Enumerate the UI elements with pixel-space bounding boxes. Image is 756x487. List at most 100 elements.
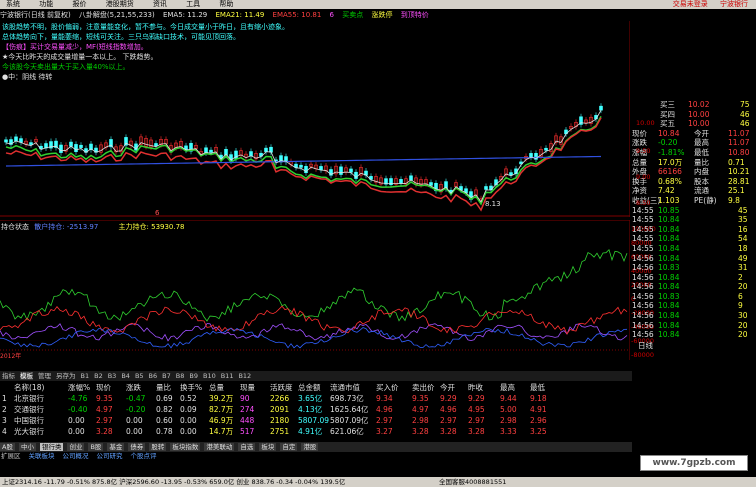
cell: 1625.64亿 bbox=[330, 405, 369, 414]
column-header[interactable]: 买入价 bbox=[376, 382, 399, 393]
column-header[interactable]: 卖出价 bbox=[412, 382, 435, 393]
market-tab[interactable]: B股 bbox=[88, 443, 104, 451]
tab-b7[interactable]: B7 bbox=[162, 372, 171, 380]
column-header[interactable]: 现量 bbox=[240, 382, 255, 393]
info-link[interactable]: 关联板块 bbox=[28, 452, 56, 460]
panel-footer: 日线 bbox=[632, 341, 756, 351]
market-tab[interactable]: 自定 bbox=[280, 443, 298, 451]
tick-volume: 6 bbox=[738, 291, 743, 301]
tick-price: 10.84 bbox=[658, 330, 680, 340]
stock-name-link[interactable]: 宁波银行 bbox=[720, 0, 748, 8]
market-tab-active[interactable]: 银行类 bbox=[39, 443, 64, 451]
tab-template[interactable]: 模板 bbox=[20, 372, 33, 380]
table-row[interactable]: 1 北京银行 -4.76 9.35 -0.47 0.69 0.52 39.2万 90 2266 3.… bbox=[0, 393, 632, 404]
market-tab[interactable]: 基金 bbox=[107, 443, 125, 451]
tab-b4[interactable]: B4 bbox=[121, 372, 130, 380]
market-tab[interactable]: 债券 bbox=[128, 443, 146, 451]
menu-item-tools[interactable]: 工具 bbox=[186, 0, 200, 8]
stat-row: 净资 7.42 流通 25.1 bbox=[632, 186, 756, 196]
tab-b10[interactable]: B10 bbox=[203, 372, 216, 380]
menu-item-help[interactable]: 帮助 bbox=[219, 0, 233, 8]
tab-b11[interactable]: B11 bbox=[221, 372, 234, 380]
tab-b2[interactable]: B2 bbox=[94, 372, 103, 380]
info-link[interactable]: 扩展区 bbox=[0, 452, 22, 460]
market-tab[interactable]: 港美联动 bbox=[204, 443, 235, 451]
stat-row: 现价 10.84 今开 11.07 bbox=[632, 129, 756, 139]
menu-item-system[interactable]: 系统 bbox=[6, 0, 20, 8]
tick-volume: 35 bbox=[738, 215, 748, 225]
market-tab[interactable]: 创业 bbox=[67, 443, 85, 451]
menu-item-quote[interactable]: 报价 bbox=[72, 0, 86, 8]
indicator-header: 持仓状态 散户持仓: -2513.97 主力持仓: 53930.78 bbox=[1, 222, 185, 232]
menu-item-function[interactable]: 功能 bbox=[39, 0, 53, 8]
ema21-value: EMA21: 11.49 bbox=[215, 11, 265, 19]
quote-value: 10.00 bbox=[688, 109, 710, 119]
column-header[interactable]: 最高 bbox=[500, 382, 515, 393]
tab-b12[interactable]: B12 bbox=[238, 372, 251, 380]
column-header[interactable]: 今开 bbox=[440, 382, 455, 393]
tab-save-as[interactable]: 另存为 bbox=[56, 372, 76, 380]
column-header[interactable]: 涨跌 bbox=[126, 382, 141, 393]
column-header[interactable]: 最低 bbox=[530, 382, 545, 393]
indicator-chart[interactable]: 持仓状态 散户持仓: -2513.97 主力持仓: 53930.78 2012年 bbox=[0, 219, 631, 360]
column-header[interactable]: 换手% bbox=[180, 382, 202, 393]
stat-value: 28.81 bbox=[728, 176, 750, 186]
cell: 0.60 bbox=[156, 416, 173, 425]
annotation-line: 【伤痕】买计交易量减少，MF(短线指数增加。 bbox=[2, 43, 148, 51]
tab-b6[interactable]: B6 bbox=[149, 372, 158, 380]
market-tab[interactable]: 股转 bbox=[149, 443, 167, 451]
column-header[interactable]: 总金额 bbox=[298, 382, 321, 393]
tab-b3[interactable]: B3 bbox=[108, 372, 117, 380]
market-tab[interactable]: A股 bbox=[0, 443, 15, 451]
tab-b1[interactable]: B1 bbox=[81, 372, 90, 380]
cell: 3.27 bbox=[376, 427, 393, 436]
tick-row: 14:55 10.84 54 bbox=[632, 234, 756, 244]
tab-b9[interactable]: B9 bbox=[189, 372, 198, 380]
info-link[interactable]: 公司概况 bbox=[62, 452, 90, 460]
cell: 3.28 bbox=[412, 427, 429, 436]
period-label[interactable]: 日线 bbox=[638, 341, 653, 351]
market-tab[interactable]: 板块指数 bbox=[170, 443, 201, 451]
market-tab[interactable]: 中小 bbox=[18, 443, 36, 451]
cell: 0.52 bbox=[180, 394, 197, 403]
menu-item-futures[interactable]: 港股期货 bbox=[106, 0, 134, 8]
column-header[interactable]: 涨幅% bbox=[68, 382, 90, 393]
tab-indicator[interactable]: 指标 bbox=[2, 372, 15, 380]
cell: 621.06亿 bbox=[330, 427, 364, 436]
tick-volume: 2 bbox=[738, 272, 743, 282]
table-row[interactable]: 4 光大银行 0.00 3.28 0.00 0.78 0.00 14.7万 517 2751 4.9… bbox=[0, 426, 632, 437]
info-link[interactable]: 公司研究 bbox=[96, 452, 124, 460]
column-header[interactable]: 现价 bbox=[96, 382, 111, 393]
market-tab[interactable]: 港股 bbox=[301, 443, 319, 451]
stock-table: 名称(18) 涨幅% 现价 涨跌 量比 换手% 总量 现量 活跃度 总金额 流通市值 买入价 卖出价 今开… bbox=[0, 382, 632, 440]
trade-login-link[interactable]: 交易未登录 bbox=[673, 0, 708, 8]
row-index: 4 bbox=[2, 427, 7, 436]
tab-manage[interactable]: 管理 bbox=[38, 372, 51, 380]
tab-b8[interactable]: B8 bbox=[176, 372, 185, 380]
column-header[interactable]: 名称(18) bbox=[14, 382, 44, 393]
cell: -0.20 bbox=[126, 405, 146, 414]
column-header[interactable]: 流通市值 bbox=[330, 382, 360, 393]
cell: 2.98 bbox=[500, 416, 517, 425]
table-row[interactable]: 2 交通银行 -0.40 4.97 -0.20 0.82 0.09 82.7万 274 2091 4… bbox=[0, 404, 632, 415]
column-header[interactable]: 昨收 bbox=[468, 382, 483, 393]
cell: 9.35 bbox=[412, 394, 429, 403]
tick-time: 14:55 bbox=[632, 224, 654, 234]
tick-time: 14:56 bbox=[632, 282, 654, 292]
menu-item-news[interactable]: 资讯 bbox=[153, 0, 167, 8]
table-row[interactable]: 3 中国银行 0.00 2.97 0.00 0.60 0.00 46.9万 448 2180 580… bbox=[0, 415, 632, 426]
info-link[interactable]: 个股点评 bbox=[130, 452, 158, 460]
column-header[interactable]: 总量 bbox=[209, 382, 224, 393]
column-header[interactable]: 量比 bbox=[156, 382, 171, 393]
stat-row: 外盘 66166 内盘 10.21 bbox=[632, 167, 756, 177]
tick-price: 10.84 bbox=[658, 243, 680, 253]
column-header[interactable]: 活跃度 bbox=[270, 382, 293, 393]
tick-price: 10.83 bbox=[658, 263, 680, 273]
tab-b5[interactable]: B5 bbox=[135, 372, 144, 380]
ema55-value: EMA55: 10.81 bbox=[272, 11, 322, 19]
market-tab[interactable]: 自选 bbox=[238, 443, 256, 451]
market-tab[interactable]: 板块 bbox=[259, 443, 277, 451]
annotation-line: 总体趋势向下，量能萎缩，短线可关注。三只乌鸦缺口技术，可能见顶回落。 bbox=[2, 33, 240, 41]
tick-price: 10.84 bbox=[658, 234, 680, 244]
cell: 274 bbox=[240, 405, 255, 414]
